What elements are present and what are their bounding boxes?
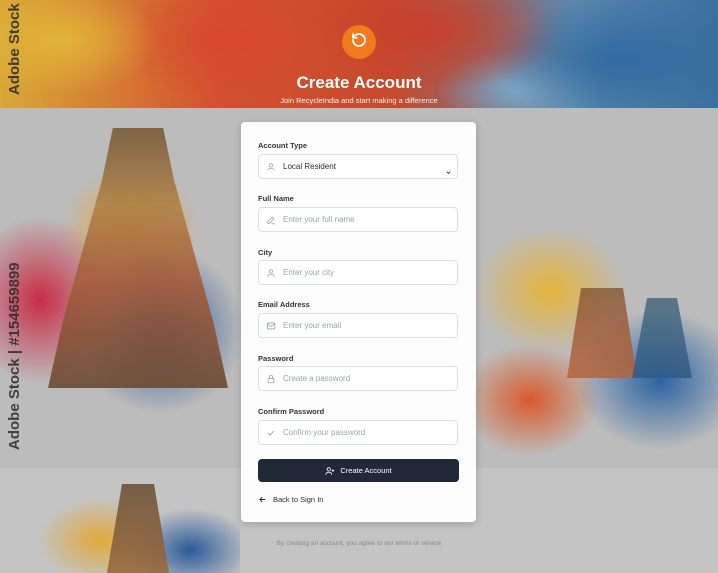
email-placeholder: Enter your email	[283, 321, 342, 330]
check-icon	[266, 428, 276, 438]
email-label: Email Address	[258, 300, 310, 309]
create-account-button-label: Create Account	[340, 466, 392, 475]
back-to-sign-in-link[interactable]: Back to Sign In	[258, 495, 323, 504]
password-field[interactable]: Create a password	[258, 366, 458, 391]
confirm-password-label: Confirm Password	[258, 407, 325, 416]
confirm-password-field[interactable]: Confirm your password	[258, 420, 458, 445]
full-name-label: Full Name	[258, 194, 294, 203]
user-plus-icon	[325, 466, 335, 476]
create-account-button[interactable]: Create Account	[258, 459, 459, 482]
mail-icon	[266, 321, 276, 331]
user-icon	[266, 162, 276, 172]
email-field[interactable]: Enter your email	[258, 313, 458, 338]
watermark-side: Adobe Stock | #154659899	[6, 262, 23, 450]
password-placeholder: Create a password	[283, 374, 351, 383]
city-field[interactable]: Enter your city	[258, 260, 458, 285]
confirm-password-placeholder: Confirm your password	[283, 428, 366, 437]
account-type-label: Account Type	[258, 141, 308, 150]
account-type-select[interactable]: Local Resident	[258, 154, 458, 179]
account-type-value: Local Resident	[283, 162, 336, 171]
full-name-placeholder: Enter your full name	[283, 215, 355, 224]
pencil-icon	[266, 215, 276, 225]
full-name-field[interactable]: Enter your full name	[258, 207, 458, 232]
recycle-icon	[350, 31, 368, 54]
city-label: City	[258, 248, 273, 257]
user-icon	[266, 268, 276, 278]
back-to-sign-in-label: Back to Sign In	[273, 495, 324, 504]
password-label: Password	[258, 354, 294, 363]
recycle-logo	[342, 25, 376, 59]
page-title: Create Account	[296, 73, 422, 92]
signup-card: Account Type Local Resident Full Name En…	[241, 122, 476, 522]
page-subtitle: Join RecycleIndia and start making a dif…	[280, 96, 438, 105]
city-placeholder: Enter your city	[283, 268, 335, 277]
chevron-down-icon	[445, 163, 452, 181]
terms-note: By creating an account, you agree to our…	[276, 540, 442, 547]
arrow-left-icon	[258, 495, 267, 504]
lock-icon	[266, 374, 276, 384]
